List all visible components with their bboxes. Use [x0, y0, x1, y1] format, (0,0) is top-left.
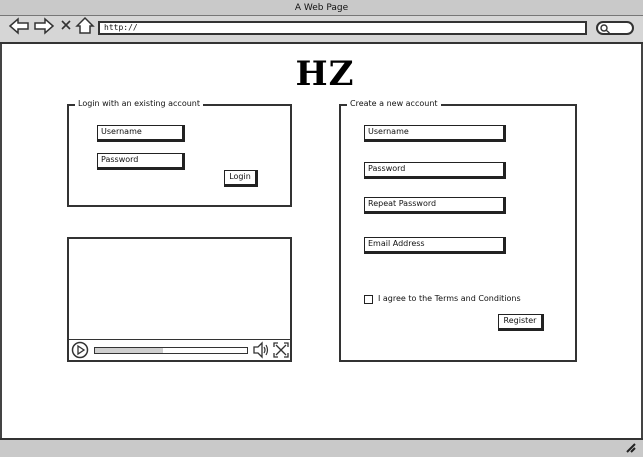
terms-label: I agree to the Terms and Conditions [378, 294, 521, 303]
url-field[interactable]: http:// [98, 21, 587, 35]
register-button[interactable]: Register [498, 314, 544, 331]
register-repeat-password-field[interactable]: Repeat Password [364, 197, 506, 214]
video-progress-fill [95, 348, 164, 353]
resize-grip-icon[interactable] [624, 441, 638, 454]
logo: HZ [295, 54, 355, 94]
login-button[interactable]: Login [224, 170, 258, 187]
register-legend: Create a new account [347, 99, 441, 109]
login-legend: Login with an existing account [75, 99, 203, 109]
volume-icon[interactable] [252, 341, 270, 359]
search-icon [599, 23, 611, 34]
register-email-field[interactable]: Email Address [364, 237, 506, 254]
window-title: A Web Page [294, 3, 349, 13]
login-username-field[interactable]: Username [97, 125, 185, 142]
play-icon[interactable] [71, 341, 89, 359]
terms-checkbox[interactable] [364, 295, 373, 304]
fullscreen-icon[interactable] [272, 341, 290, 359]
register-username-field[interactable]: Username [364, 125, 506, 142]
forward-arrow-icon[interactable] [33, 17, 55, 35]
home-icon[interactable] [75, 16, 95, 35]
close-icon[interactable] [59, 18, 73, 32]
back-arrow-icon[interactable] [8, 17, 30, 35]
register-password-field[interactable]: Password [364, 162, 506, 179]
login-password-field[interactable]: Password [97, 153, 185, 170]
status-bar [0, 438, 643, 457]
video-progress-bar[interactable] [94, 347, 248, 354]
